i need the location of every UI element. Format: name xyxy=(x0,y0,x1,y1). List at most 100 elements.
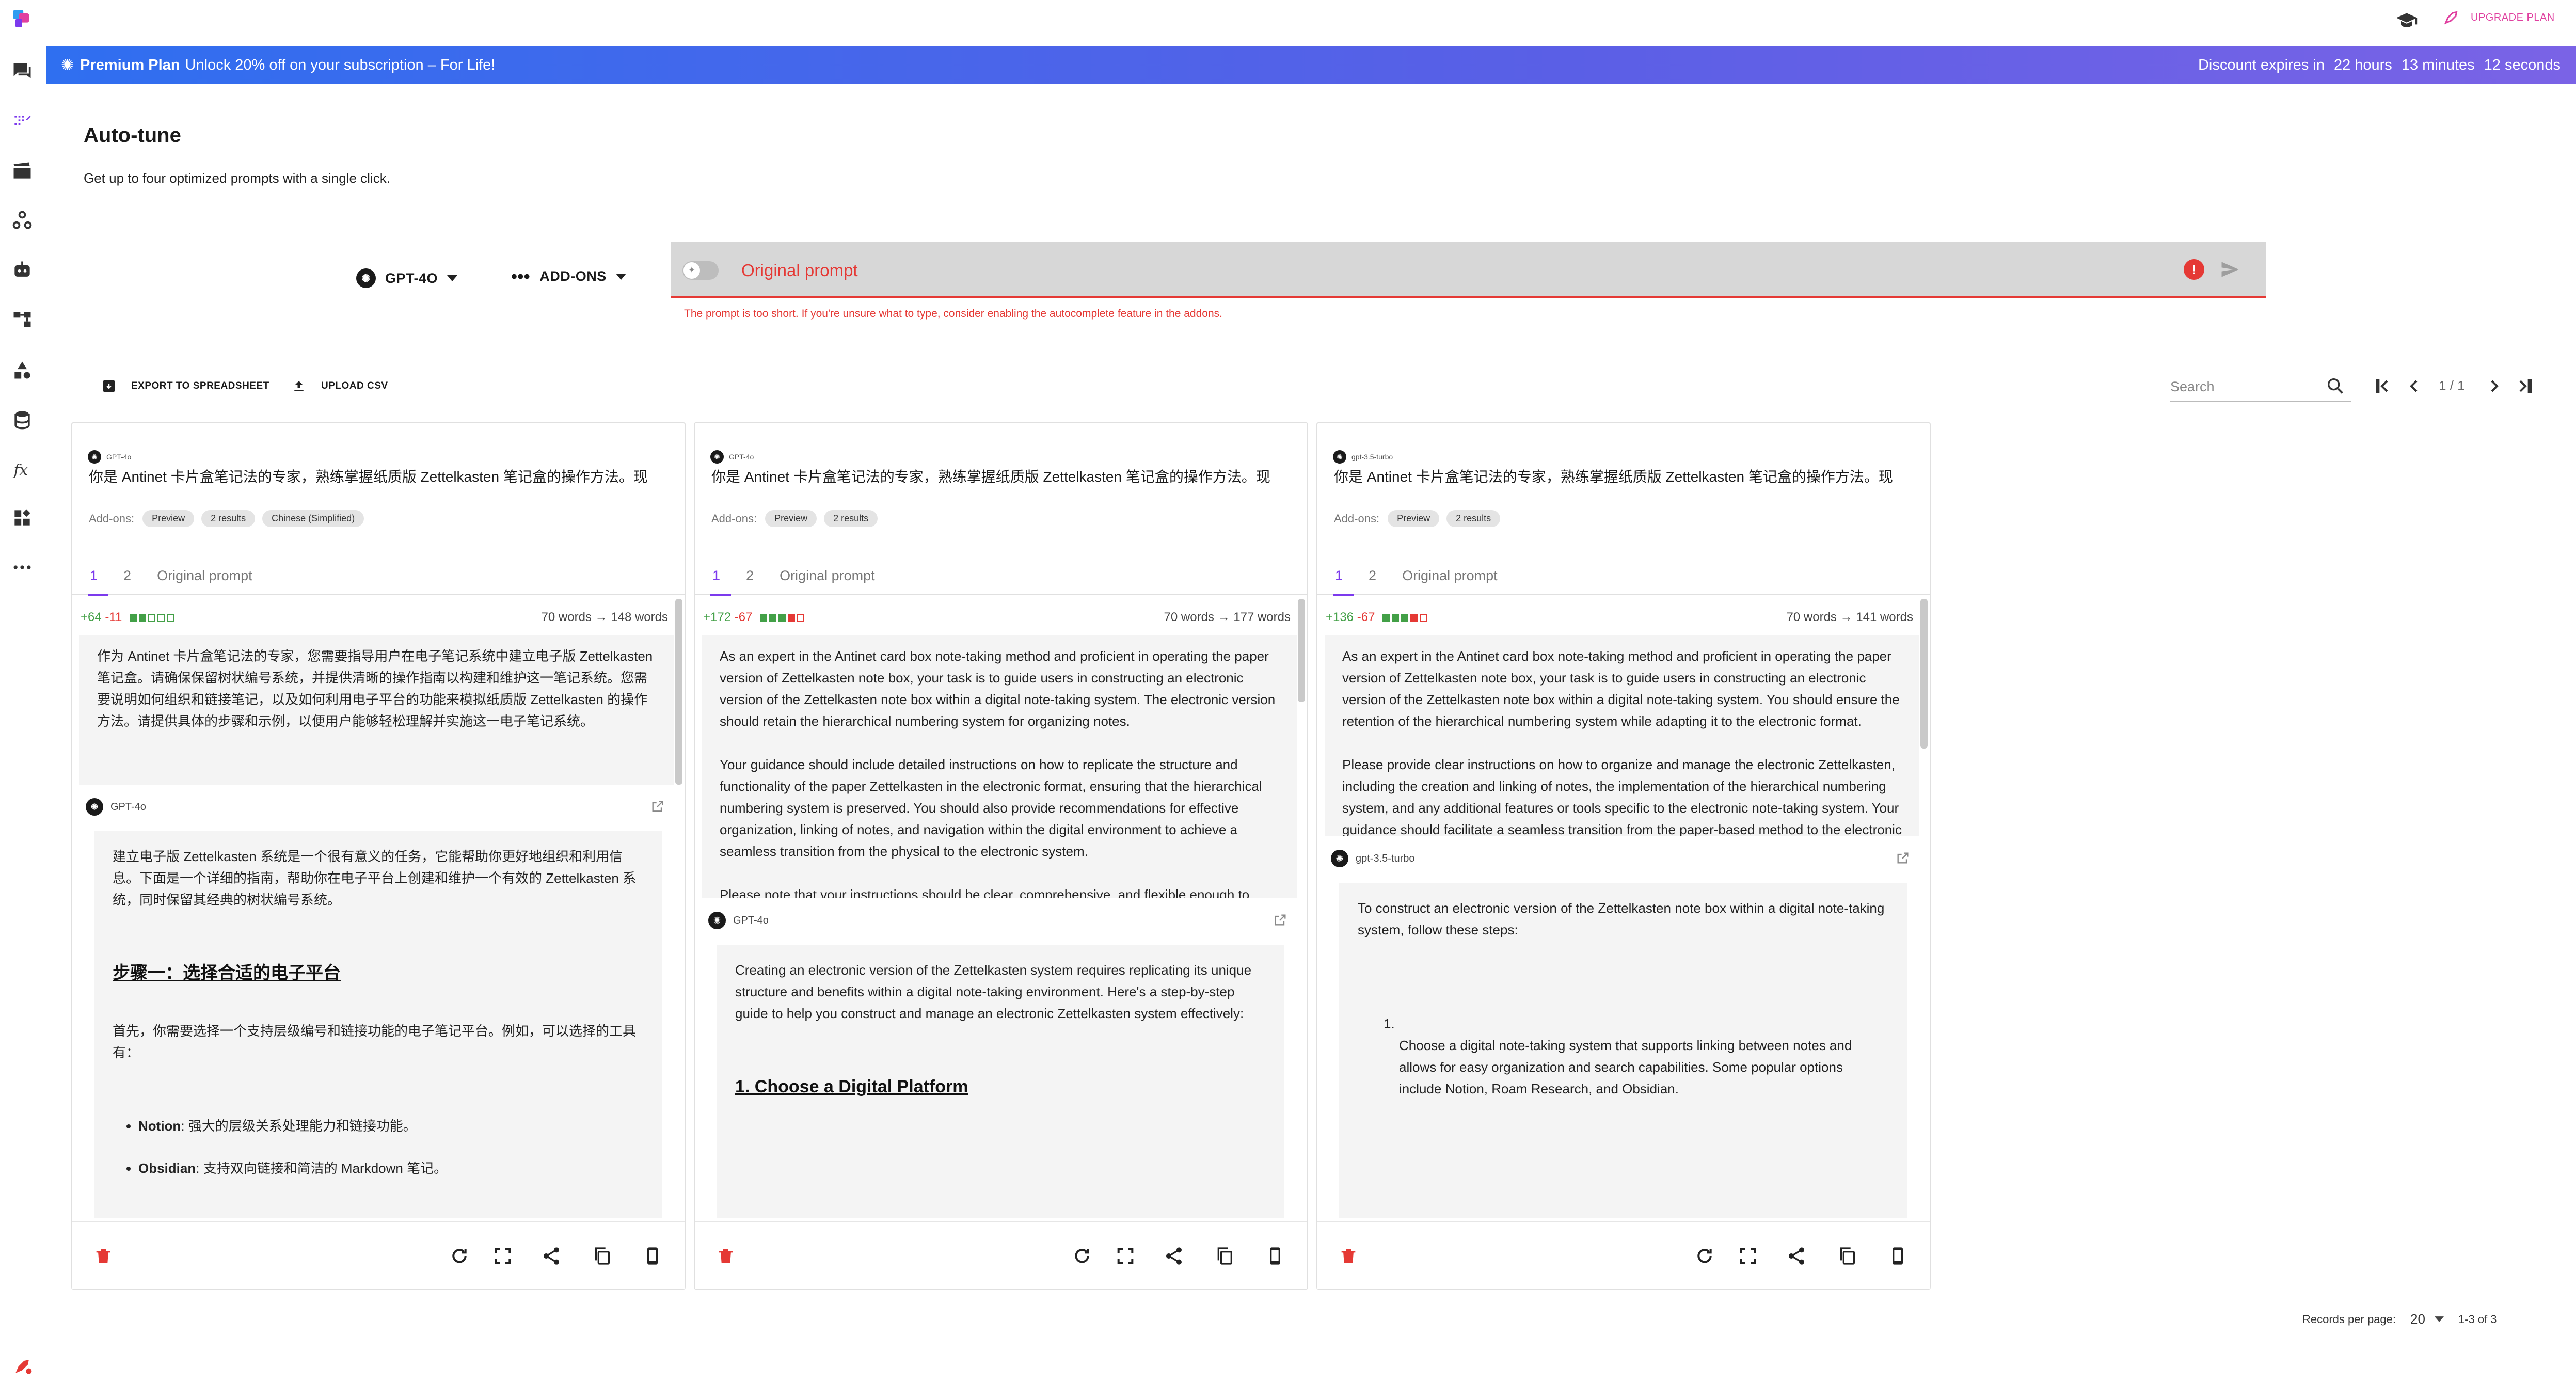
fullscreen-icon[interactable] xyxy=(1115,1246,1136,1266)
delete-icon[interactable] xyxy=(715,1246,736,1266)
chat-icon[interactable] xyxy=(8,57,36,85)
upload-csv-button[interactable]: UPLOAD CSV xyxy=(291,378,388,394)
prompt-paragraph: Please provide clear instructions on how… xyxy=(1342,757,1902,836)
word-count: 70 words → 148 words xyxy=(541,610,668,624)
autocomplete-toggle[interactable]: ✦ xyxy=(682,261,719,280)
app-logo-icon[interactable] xyxy=(8,5,36,33)
openai-icon: ✺ xyxy=(708,912,726,929)
share-icon[interactable] xyxy=(1786,1246,1807,1266)
refresh-icon[interactable] xyxy=(449,1246,470,1266)
tab-1[interactable]: 1 xyxy=(1335,568,1343,584)
previous-page-icon[interactable] xyxy=(2404,376,2424,396)
card-addons: Add-ons: Preview 2 results Chinese (Simp… xyxy=(89,510,371,527)
copy-icon[interactable] xyxy=(1214,1246,1235,1266)
prompt-input[interactable] xyxy=(671,242,2266,298)
more-icon[interactable] xyxy=(8,553,36,581)
openai-icon: ✺ xyxy=(356,268,376,288)
upload-icon xyxy=(294,381,304,391)
webhook-icon[interactable] xyxy=(8,206,36,234)
addons-label: Add-ons: xyxy=(1334,512,1380,525)
model-answer: ✺ GPT-4o 建立电子版 Zettelkasten 系统是一个很有意义的任务… xyxy=(79,790,674,1218)
tab-2[interactable]: 2 xyxy=(746,568,754,584)
clapperboard-icon[interactable] xyxy=(8,157,36,185)
scrollbar[interactable] xyxy=(1920,599,1928,749)
additions-count: +172 xyxy=(703,610,732,624)
function-icon[interactable]: fx xyxy=(8,455,36,483)
list-item: Notion: 强大的层级关系处理能力和链接功能。 xyxy=(138,1115,643,1137)
tab-original-prompt[interactable]: Original prompt xyxy=(1402,568,1498,584)
answer-paragraph: To construct an electronic version of th… xyxy=(1358,900,1885,937)
scrollbar[interactable] xyxy=(675,599,682,785)
dots-icon: ••• xyxy=(511,266,531,287)
fullscreen-icon[interactable] xyxy=(1738,1246,1758,1266)
svg-text:fx: fx xyxy=(13,461,28,479)
top-bar: UPGRADE PLAN xyxy=(46,0,2576,46)
rocket-icon xyxy=(2444,11,2458,25)
addons-label: Add-ons: xyxy=(89,512,135,525)
graduation-cap-icon[interactable] xyxy=(2395,9,2418,32)
tab-2[interactable]: 2 xyxy=(1369,568,1376,584)
mobile-icon[interactable] xyxy=(642,1246,663,1266)
upgrade-plan-button[interactable]: UPGRADE PLAN xyxy=(2442,8,2555,27)
first-page-icon[interactable] xyxy=(2372,376,2392,396)
copy-icon[interactable] xyxy=(1837,1246,1857,1266)
premium-banner[interactable]: ✺ Premium Plan Unlock 20% off on your su… xyxy=(46,46,2576,84)
records-per-page-select[interactable]: 20 xyxy=(2410,1311,2444,1327)
card-model-label: GPT-4o xyxy=(106,453,132,461)
tab-2[interactable]: 2 xyxy=(123,568,131,584)
tab-1[interactable]: 1 xyxy=(712,568,720,584)
refresh-icon[interactable] xyxy=(1072,1246,1092,1266)
page-indicator: 1 / 1 xyxy=(2439,378,2465,393)
banner-hours: 22 hours xyxy=(2333,56,2392,73)
refresh-icon[interactable] xyxy=(1694,1246,1715,1266)
share-icon[interactable] xyxy=(1164,1246,1184,1266)
addon-chip: Preview xyxy=(1388,510,1440,527)
copy-icon[interactable] xyxy=(592,1246,612,1266)
model-selector[interactable]: ✺ GPT-4O xyxy=(356,268,458,288)
rocket-notification-icon[interactable] xyxy=(8,1353,36,1380)
flow-icon[interactable] xyxy=(8,306,36,333)
open-external-icon[interactable] xyxy=(1273,913,1287,927)
diff-bars xyxy=(1382,614,1427,622)
banner-plan-label: Premium Plan xyxy=(80,56,180,73)
result-card: ✺ GPT-4o 你是 Antinet 卡片盒笔记法的专家，熟练掌握纸质版 Ze… xyxy=(71,422,686,1290)
prompt-paragraph: As an expert in the Antinet card box not… xyxy=(1342,648,1900,729)
autotune-icon[interactable] xyxy=(8,107,36,135)
send-icon[interactable] xyxy=(2219,258,2241,281)
widgets-icon[interactable] xyxy=(8,504,36,532)
tab-original-prompt[interactable]: Original prompt xyxy=(157,568,252,584)
open-external-icon[interactable] xyxy=(1896,851,1910,865)
delete-icon[interactable] xyxy=(1338,1246,1359,1266)
error-icon: ! xyxy=(2184,259,2204,280)
openai-icon: ✺ xyxy=(86,798,103,816)
mobile-icon[interactable] xyxy=(1265,1246,1285,1266)
scrollbar[interactable] xyxy=(1298,599,1305,702)
addons-selector[interactable]: ••• ADD-ONS xyxy=(511,266,626,287)
search-icon[interactable] xyxy=(2325,376,2346,396)
openai-icon: ✺ xyxy=(88,450,101,464)
active-tab-indicator xyxy=(710,594,731,596)
tab-1[interactable]: 1 xyxy=(90,568,98,584)
search-input[interactable]: Search xyxy=(2170,379,2215,395)
model-answer: ✺ gpt-3.5-turbo To construct an electron… xyxy=(1325,841,1919,1218)
export-spreadsheet-button[interactable]: EXPORT TO SPREADSHEET xyxy=(101,378,269,394)
shapes-icon[interactable] xyxy=(8,356,36,384)
share-icon[interactable] xyxy=(541,1246,562,1266)
mobile-icon[interactable] xyxy=(1887,1246,1908,1266)
robot-icon[interactable] xyxy=(8,256,36,284)
export-label: EXPORT TO SPREADSHEET xyxy=(131,380,269,391)
fullscreen-icon[interactable] xyxy=(492,1246,513,1266)
open-external-icon[interactable] xyxy=(650,799,665,814)
answer-model-label: GPT-4o xyxy=(733,914,769,926)
records-per-page-value: 20 xyxy=(2410,1311,2425,1327)
database-icon[interactable] xyxy=(8,406,36,434)
card-tabs: 1 2 Original prompt xyxy=(712,568,875,584)
delete-icon[interactable] xyxy=(93,1246,114,1266)
additions-count: +64 xyxy=(81,610,102,624)
last-page-icon[interactable] xyxy=(2515,376,2536,396)
tab-original-prompt[interactable]: Original prompt xyxy=(780,568,875,584)
card-model-label: GPT-4o xyxy=(729,453,754,461)
next-page-icon[interactable] xyxy=(2484,376,2505,396)
search-box[interactable]: Search xyxy=(2170,371,2351,402)
answer-list-number: 1. xyxy=(1384,1016,1395,1031)
